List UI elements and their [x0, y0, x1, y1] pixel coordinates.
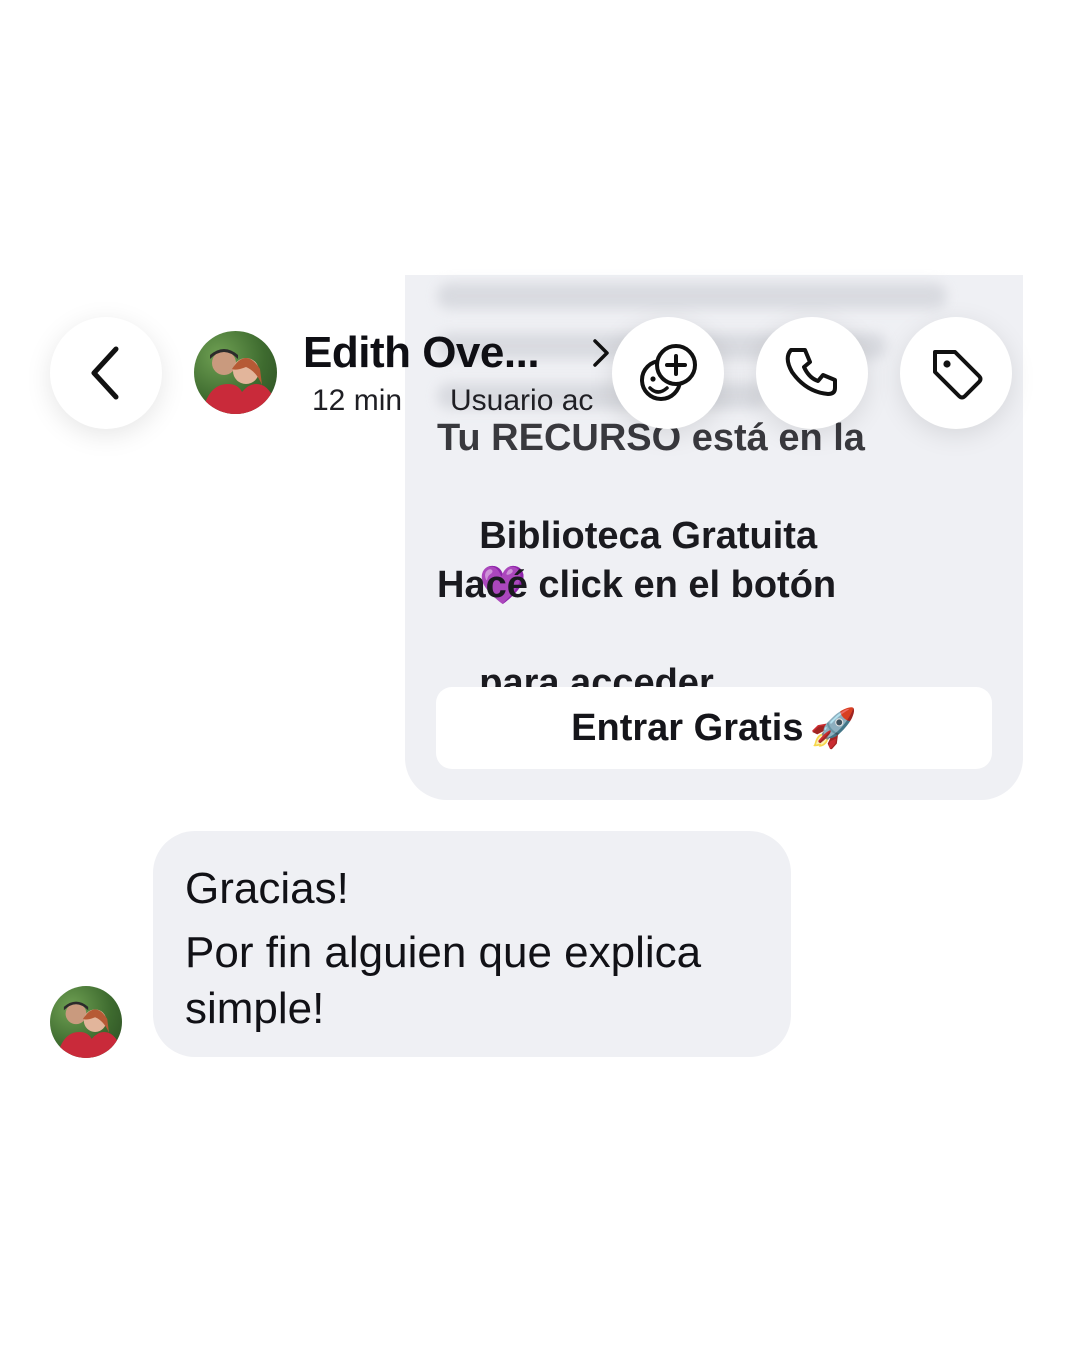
incoming-message-bubble: Gracias! Por fin alguien que explica sim… — [153, 831, 791, 1057]
call-button[interactable] — [756, 317, 868, 429]
add-sticker-button[interactable] — [612, 317, 724, 429]
tag-icon — [933, 350, 983, 400]
message-line: Por fin alguien que explica — [185, 928, 702, 977]
card-line-3: Hacé click en el botón — [437, 564, 837, 606]
entrar-gratis-label: Entrar Gratis — [571, 706, 804, 749]
user-status: Usuario ac — [450, 384, 594, 417]
back-chevron-icon — [91, 346, 119, 400]
back-button[interactable] — [50, 317, 162, 429]
message-line: simple! — [185, 984, 325, 1033]
avatar-photo — [56, 1001, 122, 1058]
add-sticker-icon — [640, 344, 697, 401]
rocket-emoji: 🚀 — [809, 705, 857, 750]
sender-avatar[interactable] — [50, 986, 122, 1058]
last-active-time: 12 min — [312, 384, 403, 417]
avatar-photo — [202, 349, 276, 414]
chat-header: Edith Ove... 12 min Usuario ac — [36, 278, 1044, 468]
contact-avatar[interactable] — [194, 331, 277, 414]
entrar-gratis-button[interactable]: Entrar Gratis 🚀 — [436, 687, 992, 769]
phone-icon — [785, 348, 837, 396]
card-line-2-text: Biblioteca Gratuita — [479, 515, 818, 557]
chevron-right-icon[interactable] — [592, 338, 610, 368]
tag-button[interactable] — [900, 317, 1012, 429]
message-line: Gracias! — [185, 864, 349, 913]
contact-name[interactable]: Edith Ove... — [303, 328, 540, 378]
